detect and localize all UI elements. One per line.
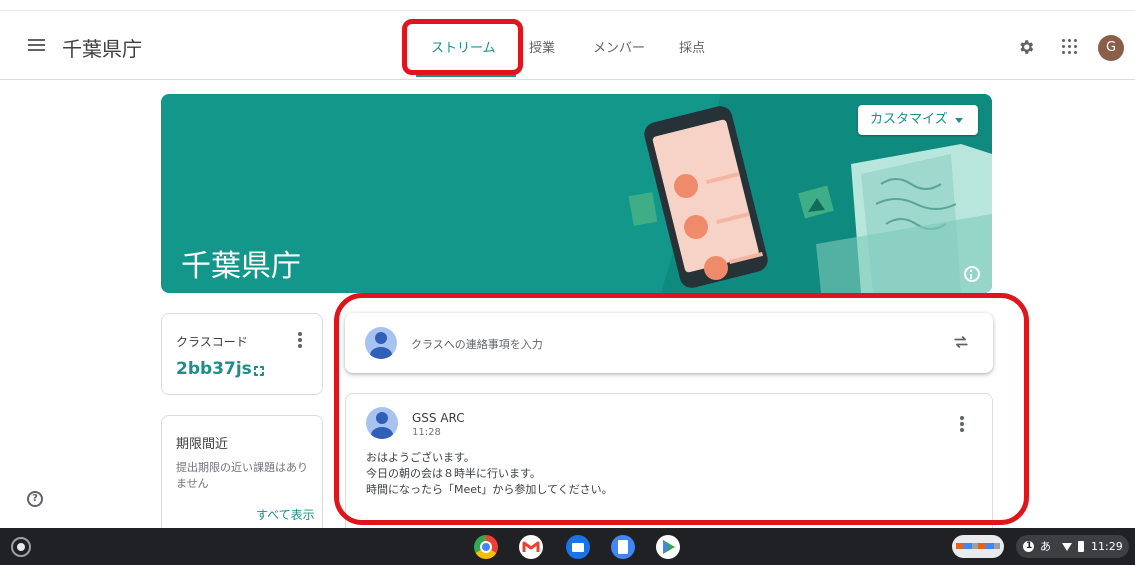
banner-class-title: 千葉県庁: [181, 249, 301, 284]
class-banner: 千葉県庁 カスタマイズ: [161, 94, 992, 293]
hamburger-menu-icon[interactable]: [28, 39, 45, 51]
customize-button[interactable]: カスタマイズ: [858, 105, 978, 135]
help-icon[interactable]: ?: [27, 491, 43, 507]
taskbar-shelf: 1 あ 11:29: [0, 528, 1135, 565]
fullscreen-icon[interactable]: [253, 365, 265, 377]
chrome-icon[interactable]: [474, 535, 498, 559]
ime-indicator: あ: [1040, 540, 1051, 553]
account-avatar[interactable]: G: [1098, 35, 1124, 61]
class-code-label: クラスコード: [176, 335, 248, 349]
apps-grid-icon[interactable]: [1062, 39, 1078, 55]
play-store-icon[interactable]: [656, 535, 680, 559]
due-soon-text: 提出期限の近い課題はありません: [176, 461, 308, 490]
classroom-window: 千葉県庁 ストリーム 授業 メンバー 採点 G 千葉県庁 カスタマイズ クラスコ…: [0, 0, 1135, 565]
due-soon-title: 期限間近: [176, 437, 229, 452]
tab-people[interactable]: メンバー: [593, 37, 645, 56]
files-icon[interactable]: [566, 535, 590, 559]
notification-count: 1: [1026, 541, 1033, 551]
tab-grades[interactable]: 採点: [679, 37, 705, 56]
top-app-bar: 千葉県庁 ストリーム 授業 メンバー 採点 G: [0, 0, 1135, 80]
class-code-card: クラスコード 2bb37js: [161, 313, 323, 395]
tab-classwork[interactable]: 授業: [529, 37, 555, 56]
annotation-highlight-stream: [334, 293, 1029, 525]
more-options-icon[interactable]: [298, 332, 302, 348]
wifi-icon: [1062, 543, 1072, 551]
gmail-icon[interactable]: [519, 535, 543, 559]
battery-icon: [1078, 541, 1084, 552]
tray-thumbnails[interactable]: [952, 535, 1004, 558]
gear-icon[interactable]: [1017, 38, 1035, 56]
due-soon-card: 期限間近 提出期限の近い課題はありません すべて表示: [161, 415, 323, 540]
class-code-value: 2bb37js: [176, 359, 252, 379]
dropdown-caret-icon: [955, 118, 963, 123]
clock: 11:29: [1091, 540, 1123, 553]
status-tray[interactable]: 1 あ 11:29: [1016, 535, 1129, 558]
class-title[interactable]: 千葉県庁: [62, 33, 142, 62]
view-all-link[interactable]: すべて表示: [256, 506, 315, 523]
browser-edge: [0, 10, 1135, 11]
annotation-highlight-tab: [402, 19, 523, 75]
launcher-icon[interactable]: [11, 537, 31, 557]
docs-icon[interactable]: [611, 535, 635, 559]
customize-label: カスタマイズ: [870, 112, 948, 127]
info-icon[interactable]: [964, 266, 980, 282]
